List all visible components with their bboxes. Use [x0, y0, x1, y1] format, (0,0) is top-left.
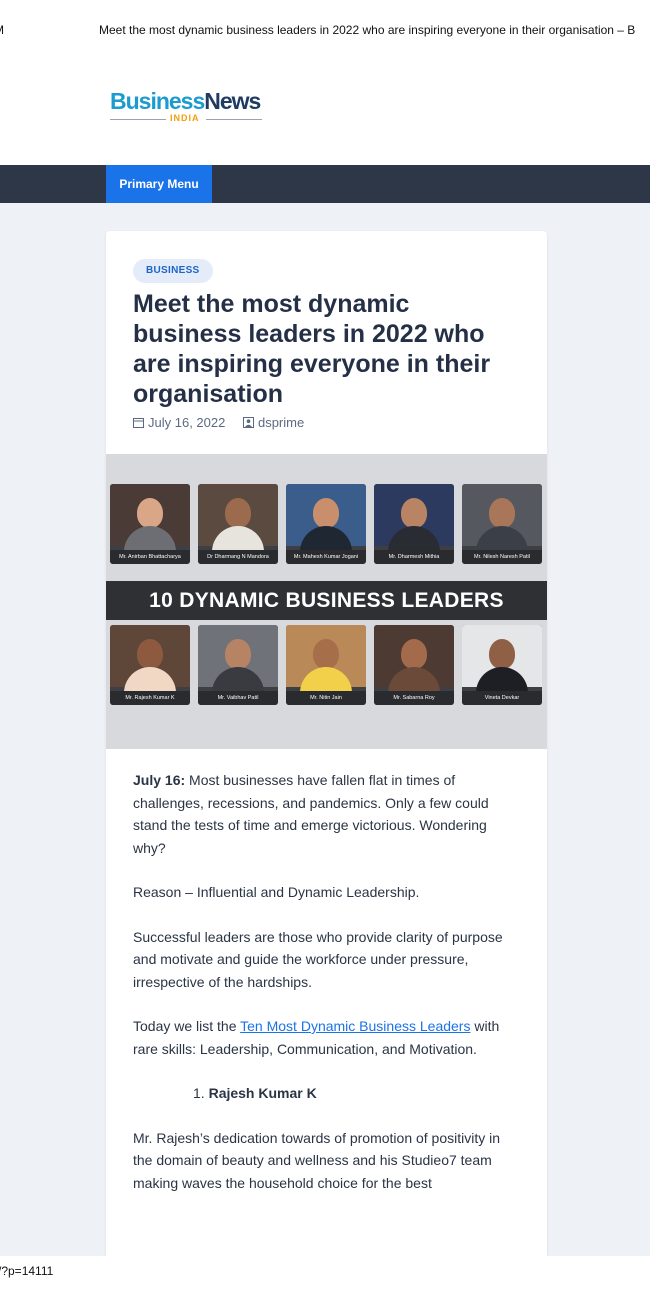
leader-portrait: Mr. Nitin Jain: [286, 625, 366, 705]
leader-portrait: Mr. Vaibhav Patil: [198, 625, 278, 705]
page-title-text: Meet the most dynamic business leaders i…: [99, 23, 636, 37]
leader-portrait: Mr. Mahesh Kumar Jogani: [286, 484, 366, 564]
post-author[interactable]: dsprime: [242, 415, 305, 430]
leaders-row-bottom: Mr. Rajesh Kumar K Mr. Vaibhav Patil Mr.…: [110, 625, 543, 705]
leader-portrait: Dr Dharmang N Mandora: [198, 484, 278, 564]
site-logo[interactable]: BusinessNews INDIA: [110, 88, 270, 128]
leader-portrait: Vineta Devkar: [462, 625, 542, 705]
title-fragment-left: M: [0, 23, 4, 37]
leader-name: Mr. Rajesh Kumar K: [110, 691, 190, 705]
leader-portrait: Mr. Dharmesh Mithia: [374, 484, 454, 564]
image-banner: 10 DYNAMIC BUSINESS LEADERS: [106, 581, 547, 620]
article-meta: July 16, 2022 dsprime: [133, 415, 318, 430]
leaders-row-top: Mr. Anirban Bhattacharya Dr Dharmang N M…: [110, 484, 543, 564]
leader-name: Mr. Vaibhav Patil: [198, 691, 278, 705]
leader-name: Mr. Mahesh Kumar Jogani: [286, 550, 366, 564]
status-bar: /?p=14111: [0, 1256, 650, 1300]
leader-portrait: Mr. Rajesh Kumar K: [110, 625, 190, 705]
leader-name: Mr. Nitin Jain: [286, 691, 366, 705]
leader-name: Mr. Sabarna Roy: [374, 691, 454, 705]
primary-nav-bar: Primary Menu: [0, 165, 650, 203]
browser-title-strip: M Meet the most dynamic business leaders…: [0, 0, 650, 60]
paragraph: Mr. Rajesh’s dedication towards of promo…: [133, 1129, 501, 1191]
paragraph-text: Today we list the: [133, 1018, 241, 1034]
logo-rule-left: [110, 119, 166, 120]
leader-name: Vineta Devkar: [462, 691, 542, 705]
paragraph: Today we list the Ten Most Dynamic Busin…: [133, 1015, 523, 1060]
logo-text-news: News: [204, 88, 261, 114]
author-icon: [242, 417, 254, 428]
list-item-title: Rajesh Kumar K: [208, 1085, 317, 1101]
paragraph-text: Most businesses have fallen flat in time…: [133, 772, 489, 856]
list-item: 1. Rajesh Kumar K: [133, 1082, 523, 1105]
article-body: July 16: Most businesses have fallen fla…: [133, 769, 523, 1216]
paragraph: Successful leaders are those who provide…: [133, 928, 503, 990]
post-date[interactable]: July 16, 2022: [133, 415, 229, 430]
dateline: July 16:: [133, 772, 186, 788]
list-number: 1.: [193, 1085, 205, 1101]
logo-subtitle: INDIA: [170, 113, 200, 123]
featured-image: Mr. Anirban Bhattacharya Dr Dharmang N M…: [106, 454, 547, 749]
leader-portrait: Mr. Sabarna Roy: [374, 625, 454, 705]
article-card: BUSINESS Meet the most dynamic business …: [106, 231, 547, 1261]
status-url: /?p=14111: [0, 1264, 54, 1278]
post-date-text: July 16, 2022: [148, 415, 226, 430]
post-author-text: dsprime: [257, 415, 305, 430]
ten-leaders-link[interactable]: Ten Most Dynamic Business Leaders: [240, 1018, 470, 1034]
site-header: BusinessNews INDIA: [0, 60, 650, 165]
logo-rule-right: [206, 119, 262, 120]
calendar-icon: [133, 418, 144, 428]
primary-menu-button[interactable]: Primary Menu: [106, 165, 212, 203]
paragraph: July 16: Most businesses have fallen fla…: [133, 769, 523, 859]
leader-name: Mr. Nilesh Naresh Patil: [462, 550, 542, 564]
category-badge[interactable]: BUSINESS: [133, 259, 213, 283]
leader-name: Mr. Anirban Bhattacharya: [110, 550, 190, 564]
leader-portrait: Mr. Anirban Bhattacharya: [110, 484, 190, 564]
article-title: Meet the most dynamic business leaders i…: [133, 290, 491, 408]
leader-name: Dr Dharmang N Mandora: [198, 550, 278, 564]
leader-name: Mr. Dharmesh Mithia: [374, 550, 454, 564]
leader-portrait: Mr. Nilesh Naresh Patil: [462, 484, 542, 564]
logo-text-business: Business: [110, 88, 205, 114]
paragraph: Reason – Influential and Dynamic Leaders…: [133, 884, 420, 900]
